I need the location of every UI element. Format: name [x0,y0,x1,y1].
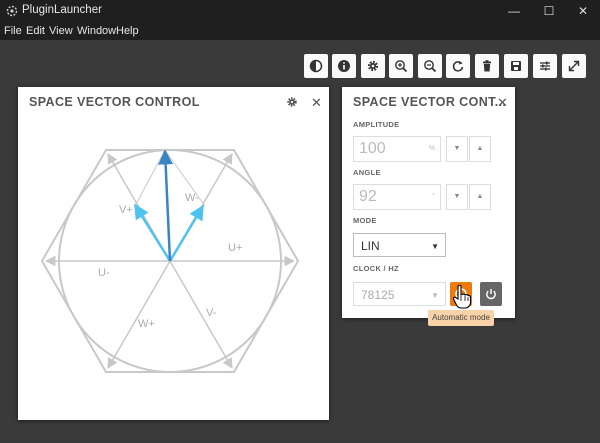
component-vector-w [168,204,205,262]
chevron-down-icon: ▼ [431,242,439,251]
minimize-button[interactable]: — [497,0,531,22]
close-window-button[interactable]: ✕ [566,0,600,22]
hand-cursor-icon [452,284,472,309]
amplitude-increment[interactable]: ▲ [469,136,491,162]
vector-v-minus [169,260,233,369]
trash-icon [483,60,491,72]
label-u-minus: U- [98,267,110,279]
menu-window[interactable]: Window [77,25,116,37]
gear-icon [367,60,379,72]
save-button[interactable] [504,54,528,78]
zoom-in-icon [395,60,408,73]
info-icon [338,60,350,72]
info-button[interactable] [332,54,356,78]
angle-label: ANGLE [353,168,381,177]
angle-input[interactable]: 92 ° [353,184,441,210]
power-button[interactable] [480,282,502,306]
chevron-down-icon: ▼ [431,291,439,300]
settings-button[interactable] [361,54,385,78]
label-v-plus: V+ [119,204,133,216]
zoom-out-button[interactable] [418,54,442,78]
mode-select[interactable]: LIN ▼ [353,233,446,257]
projection-line-v [134,149,166,207]
amplitude-input[interactable]: 100 % [353,136,441,162]
menu-file[interactable]: File [4,25,22,37]
angle-decrement[interactable]: ▼ [446,184,468,210]
amplitude-unit: % [428,145,435,152]
clock-select[interactable]: 78125 ▼ [353,282,446,306]
space-vector-panel: SPACE VECTOR CONTROL ✕ U+ U- V+ V- W+ W- [18,87,329,420]
delete-button[interactable] [475,54,499,78]
label-v-minus: V- [206,307,217,319]
refresh-icon [452,61,464,72]
save-icon [511,61,521,71]
refresh-button[interactable] [446,54,470,78]
control-close-button[interactable]: ✕ [497,95,508,111]
window-title: PluginLauncher [22,4,102,16]
amplitude-value: 100 [359,140,386,157]
clock-value: 78125 [361,288,395,302]
zoom-in-button[interactable] [389,54,413,78]
maximize-button[interactable]: ☐ [532,0,566,22]
vector-w-plus [107,260,171,369]
mode-label: MODE [353,216,377,225]
label-w-minus: W- [185,192,199,204]
label-u-plus: U+ [228,242,242,254]
amplitude-decrement[interactable]: ▼ [446,136,468,162]
title-bar: PluginLauncher — ☐ ✕ [0,0,600,22]
menu-help[interactable]: Help [116,25,139,37]
clock-label: CLOCK / HZ [353,264,399,273]
app-icon [6,5,18,17]
label-w-plus: W+ [138,318,155,330]
control-panel: SPACE VECTOR CONT... ✕ AMPLITUDE 100 % ▼… [342,87,515,318]
fullscreen-button[interactable] [562,54,586,78]
sliders-icon [540,61,550,71]
auto-mode-tooltip: Automatic mode [428,310,494,326]
zoom-out-icon [424,60,437,73]
adjust-button[interactable] [533,54,557,78]
contrast-icon [309,59,323,73]
expand-icon [568,60,580,72]
menu-edit[interactable]: Edit [26,25,45,37]
control-panel-title: SPACE VECTOR CONT... [353,95,507,109]
resultant-vector [158,149,174,262]
mode-value: LIN [361,239,380,253]
angle-unit: ° [432,193,435,200]
space-vector-diagram: U+ U- V+ V- W+ W- [40,149,300,373]
power-icon [486,289,496,300]
menu-bar: File Edit View Window Help [0,22,600,40]
amplitude-label: AMPLITUDE [353,120,400,129]
menu-view[interactable]: View [49,25,73,37]
contrast-button[interactable] [304,54,328,78]
component-vector-v [133,203,172,262]
angle-value: 92 [359,188,377,205]
angle-increment[interactable]: ▲ [469,184,491,210]
